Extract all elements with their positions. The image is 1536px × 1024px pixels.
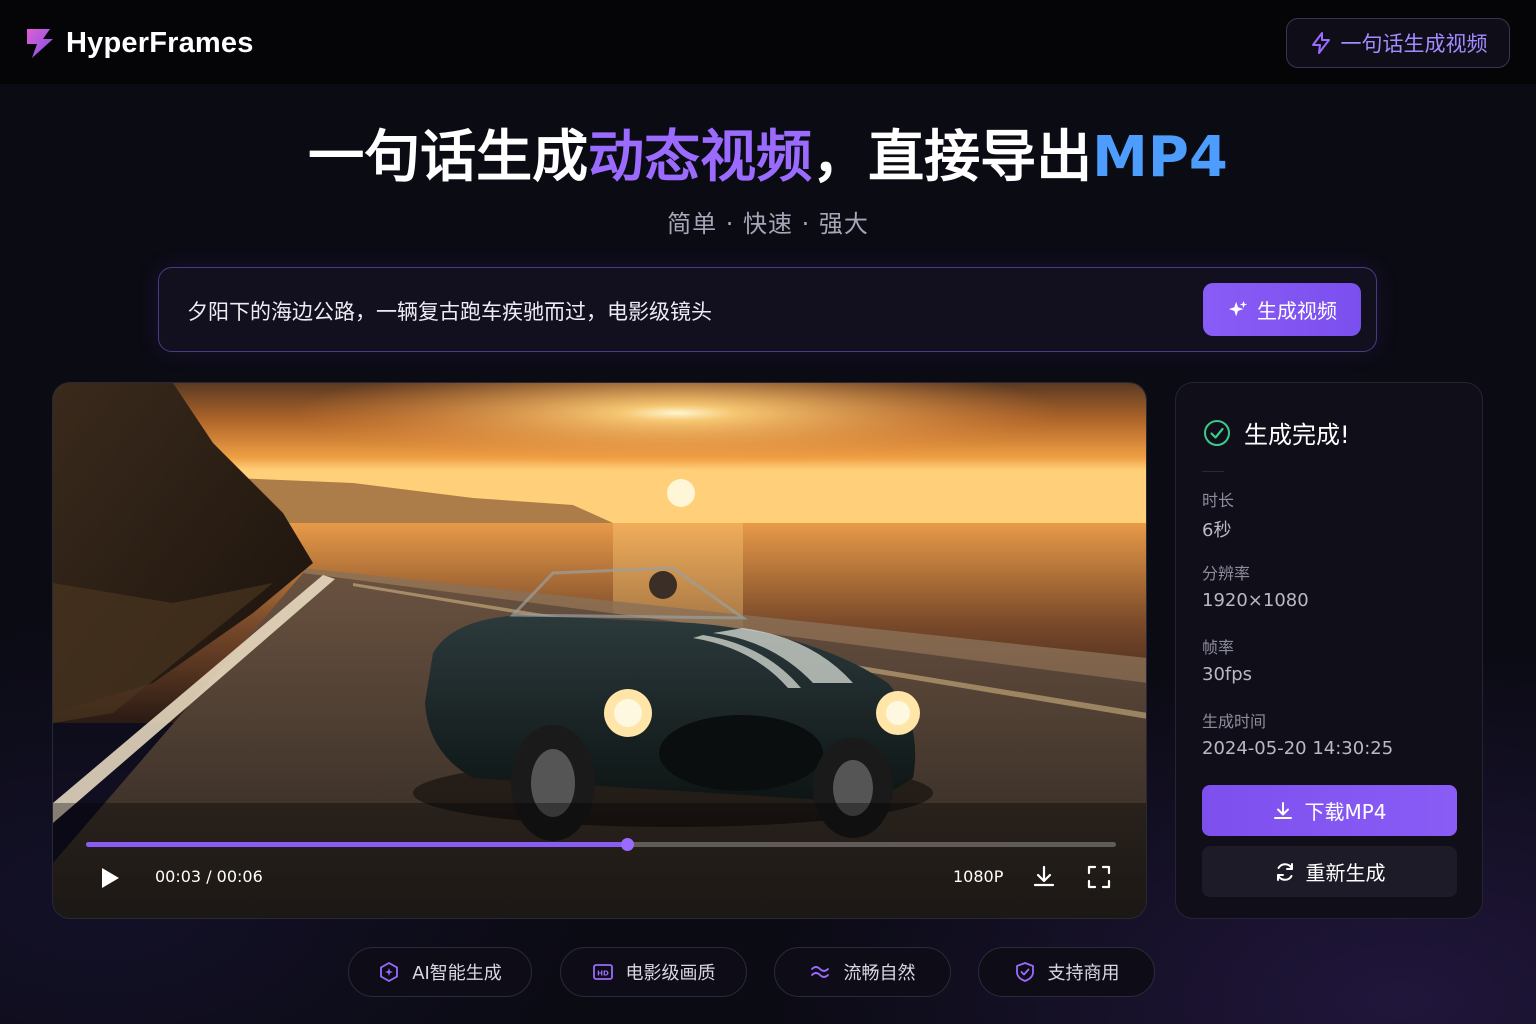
framerate-value: 30fps [1202,664,1253,685]
progress-fill [86,842,627,847]
hero-title-part1: 一句话生成 [308,125,589,190]
top-bar: HyperFrames 一句话生成视频 [0,0,1536,84]
feature-ai-label: AI智能生成 [412,963,502,984]
video-info-panel: 生成完成! 时长 6秒 分辨率 1920×1080 帧率 30fps 生成时间 … [1175,382,1483,919]
divider [1202,471,1224,472]
generated-time-value: 2024-05-20 14:30:25 [1202,738,1394,759]
refresh-icon [1276,862,1293,881]
app-name: HyperFrames [66,26,254,59]
feature-quality: HD 电影级画质 [560,947,747,997]
hero-subtitle: 简单 · 快速 · 强大 [667,210,869,238]
download-mp4-label: 下载MP4 [1304,800,1387,824]
top-generate-label: 一句话生成视频 [1340,32,1488,56]
generate-video-button[interactable]: 生成视频 [1203,283,1361,336]
feature-commercial-label: 支持商用 [1047,963,1120,984]
logo[interactable]: HyperFrames [24,24,254,62]
duration-value: 6秒 [1202,520,1232,541]
video-player[interactable]: 00:03 / 00:06 1080P [52,382,1147,919]
quality-selector[interactable]: 1080P [953,867,1003,886]
wave-icon [810,966,829,978]
hd-icon: HD [592,964,613,980]
resolution-label: 分辨率 [1202,564,1251,583]
feature-smooth-label: 流畅自然 [843,963,916,984]
generate-video-label: 生成视频 [1257,299,1337,323]
feature-commercial: 支持商用 [978,947,1155,997]
progress-handle[interactable] [620,838,634,851]
generated-time-label: 生成时间 [1202,712,1267,731]
download-icon[interactable] [1031,864,1057,890]
logo-icon [27,29,53,58]
feature-ai: AI智能生成 [348,947,532,997]
framerate-label: 帧率 [1202,638,1235,657]
prompt-input[interactable]: 夕阳下的海边公路，一辆复古跑车疾驰而过，电影级镜头 [187,296,712,326]
lightning-icon [1311,32,1330,54]
feature-smooth: 流畅自然 [774,947,951,997]
status-text: 生成完成! [1244,421,1350,449]
prompt-input-bar[interactable]: 夕阳下的海边公路，一辆复古跑车疾驰而过，电影级镜头 生成视频 [158,267,1377,352]
top-generate-button[interactable]: 一句话生成视频 [1286,18,1510,68]
hero-title-highlight: 动态视频 [588,125,813,190]
fullscreen-icon[interactable] [1086,864,1112,890]
time-display: 00:03 / 00:06 [155,867,263,886]
svg-text:HD: HD [597,970,609,978]
status-header: 生成完成! [1202,415,1350,450]
hero-title-format: MP4 [1092,125,1228,190]
feature-quality-label: 电影级画质 [625,963,716,984]
shield-check-icon [1015,962,1034,982]
duration-label: 时长 [1202,491,1235,510]
progress-bar[interactable] [86,838,1116,851]
video-frame [53,383,1146,918]
regenerate-label: 重新生成 [1305,861,1386,885]
regenerate-button[interactable]: 重新生成 [1202,846,1457,897]
sparkle-icon [1228,300,1248,316]
download-mp4-button[interactable]: 下载MP4 [1202,785,1457,836]
download-icon [1274,801,1293,819]
hero-title-part3: ，直接导出 [812,125,1093,190]
resolution-value: 1920×1080 [1202,590,1309,611]
ai-chip-icon [380,961,399,983]
hero-title: 一句话生成动态视频，直接导出MP4 [0,118,1536,198]
check-circle-icon [1204,419,1230,446]
play-icon[interactable] [97,865,123,891]
